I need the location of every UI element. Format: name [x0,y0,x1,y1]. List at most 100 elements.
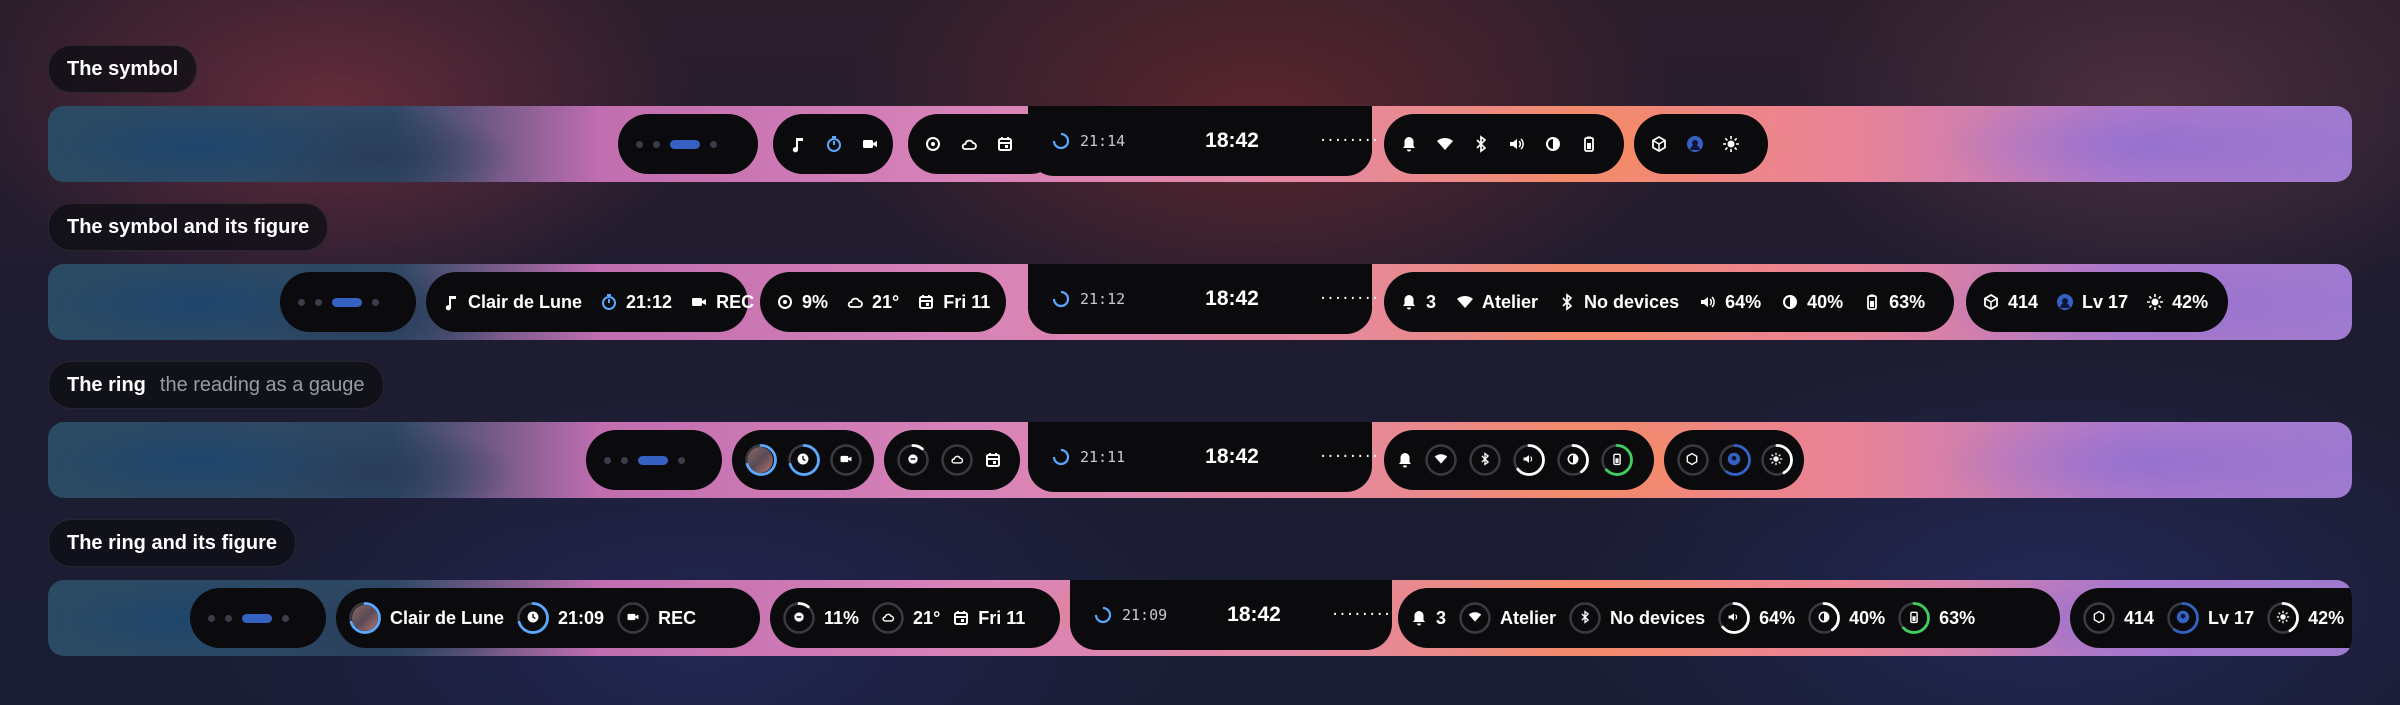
volume-item[interactable]: 64% [1717,601,1795,635]
sun-ring[interactable] [1760,443,1793,477]
media-module[interactable]: Clair de Lune 21:09 REC [336,588,760,648]
workspace-indicator[interactable] [636,139,717,149]
media-module[interactable] [732,430,874,490]
package-icon[interactable] [1650,135,1668,153]
battery-icon[interactable] [1580,135,1598,153]
cpu-item[interactable]: 11% [782,601,859,635]
workspace-indicator[interactable] [208,613,289,623]
system-module[interactable]: 9% 21° Fri 11 [760,272,1006,332]
level-item[interactable]: Lv 17 [2056,292,2128,313]
gauge-ring [783,602,815,634]
camera-icon[interactable] [861,135,879,153]
wifi-icon[interactable] [1436,135,1454,153]
media-timer[interactable]: 21:09 [516,601,604,635]
media-record[interactable]: REC [690,292,754,313]
center-clock-panel[interactable]: 21:12 18:42 ········ [1028,264,1379,334]
media-record[interactable]: REC [616,601,696,635]
brightness-item[interactable]: 40% [1781,292,1843,313]
media-art-ring[interactable] [744,443,777,477]
status-module[interactable] [1384,430,1654,490]
packages-item[interactable]: 414 [1982,292,2038,313]
weather-ring[interactable] [940,443,974,477]
workspace-module[interactable] [586,430,722,490]
bell-icon[interactable] [1400,135,1418,153]
timer-icon[interactable] [825,135,843,153]
sun-item[interactable]: 42% [2146,292,2208,313]
date-item[interactable]: Fri 11 [952,608,1025,629]
bell-icon[interactable] [1396,451,1414,469]
gauge-ring [1425,444,1457,476]
workspace-module[interactable] [618,114,758,174]
gauge-ring [1718,602,1750,634]
timer-ring[interactable] [787,443,820,477]
media-module[interactable]: Clair de Lune 21:12 REC [426,272,754,332]
level-value: Lv 17 [2082,291,2129,312]
wifi-item[interactable]: Atelier [1458,601,1556,635]
extras-module[interactable] [1664,430,1804,490]
clock[interactable]: 18:42 [1205,287,1259,311]
bluetooth-item[interactable]: No devices [1568,601,1705,635]
weather-item[interactable]: 21° [846,292,899,313]
brightness-icon[interactable] [1544,135,1562,153]
sun-icon[interactable] [1722,135,1740,153]
level-ring[interactable] [1718,443,1751,477]
packages-item[interactable]: 414 [2082,601,2154,635]
cpu-ring [782,601,816,635]
center-clock-panel[interactable]: 21:11 18:42 ········ [1028,422,1379,492]
volume-ring[interactable] [1512,443,1546,477]
cpu-item[interactable]: 9% [776,292,828,313]
music-note-icon[interactable] [789,135,807,153]
center-clock-panel[interactable]: 21:14 18:42 ········ [1028,106,1379,176]
battery-ring[interactable] [1600,443,1634,477]
volume-item[interactable]: 64% [1699,292,1761,313]
bluetooth-icon[interactable] [1472,135,1490,153]
record-ring[interactable] [829,443,863,477]
wifi-item[interactable]: Atelier [1456,292,1538,313]
level-item[interactable]: Lv 17 [2166,601,2254,635]
packages-ring[interactable] [1676,443,1709,477]
wifi-ring[interactable] [1424,443,1458,477]
status-module[interactable]: 3 Atelier No devices 64% 40% 63% [1384,272,1954,332]
battery-item[interactable]: 63% [1863,292,1925,313]
extras-module[interactable]: 414 Lv 17 42% [1966,272,2228,332]
system-module[interactable]: 11% 21° Fri 11 [770,588,1060,648]
center-clock-panel[interactable]: 21:09 18:42 ········ [1070,580,1392,650]
calendar-icon[interactable] [996,135,1014,153]
media-timer[interactable]: 21:12 [600,292,672,313]
notifications-item[interactable]: 3 [1410,608,1446,629]
status-module[interactable]: 3 Atelier No devices 64% 40% 63% [1398,588,2060,648]
battery-item[interactable]: 63% [1897,601,1975,635]
media-track[interactable]: Clair de Lune [442,292,582,313]
calendar-icon[interactable] [984,451,1002,469]
bluetooth-ring[interactable] [1468,443,1502,477]
status-module[interactable] [1384,114,1624,174]
extras-module[interactable]: 414 Lv 17 42% [2070,588,2352,648]
clock[interactable]: 18:42 [1205,445,1259,469]
system-module[interactable] [884,430,1020,490]
notifications-item[interactable]: 3 [1400,292,1436,313]
volume-icon[interactable] [1508,135,1526,153]
workspace-indicator[interactable] [604,455,685,465]
date-item[interactable]: Fri 11 [917,292,990,313]
workspace-indicator[interactable] [298,297,379,307]
avatar-badge-icon[interactable] [1686,135,1704,153]
brightness-ring[interactable] [1556,443,1590,477]
gauge-ring [1808,602,1841,634]
media-track[interactable]: Clair de Lune [348,601,504,635]
bluetooth-item[interactable]: No devices [1558,292,1679,313]
extras-module[interactable] [1634,114,1768,174]
workspace-module[interactable] [190,588,326,648]
gauge-ring [1557,444,1589,476]
brightness-item[interactable]: 40% [1807,601,1885,635]
clock[interactable]: 18:42 [1205,129,1259,153]
cloud-icon[interactable] [960,135,978,153]
workspace-module[interactable] [280,272,416,332]
clock[interactable]: 18:42 [1227,603,1281,627]
cpu-icon[interactable] [924,135,942,153]
status-bar-ring: 21:11 18:42 ········ [48,422,2352,498]
cpu-ring[interactable] [896,443,930,477]
sun-item[interactable]: 42% [2266,601,2344,635]
gauge-ring [1898,602,1931,634]
weather-item[interactable]: 21° [871,601,940,635]
media-module[interactable] [773,114,893,174]
